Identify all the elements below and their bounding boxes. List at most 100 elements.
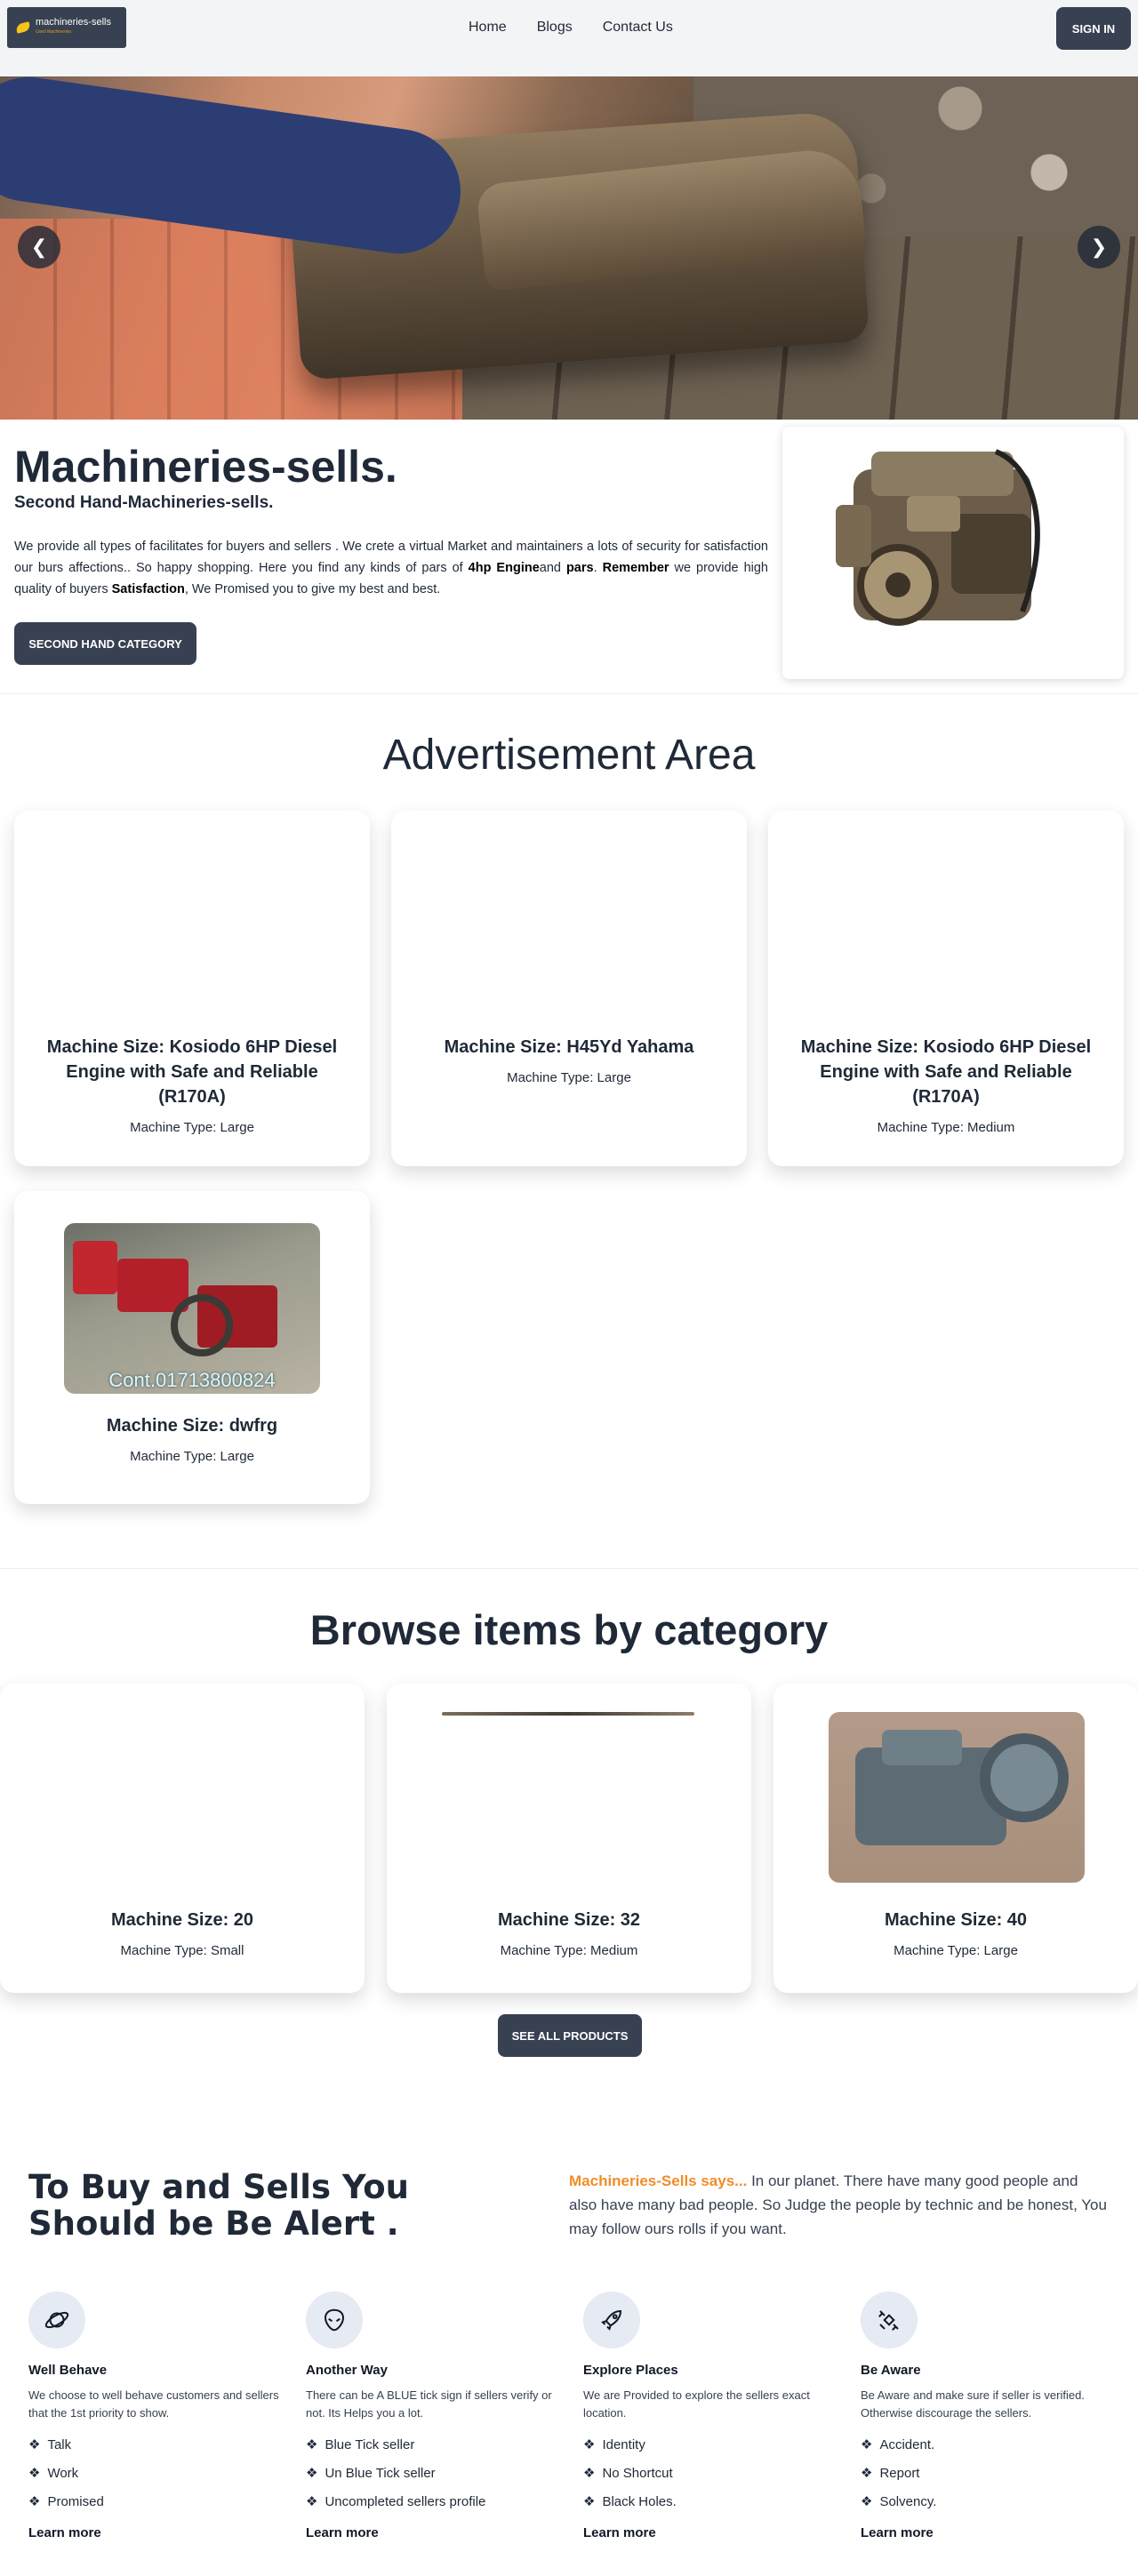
feature-title: Another Way xyxy=(306,2363,388,2378)
photo-caption: Cont.01713800824 xyxy=(108,1369,276,1391)
list-item: ❖ Un Blue Tick seller xyxy=(306,2466,436,2481)
feature-another-way: Another Way There can be A BLUE tick sig… xyxy=(306,2292,564,2540)
second-hand-category-button[interactable]: SECOND HAND CATEGORY xyxy=(14,622,196,665)
list-item: ❖ Talk xyxy=(28,2437,72,2452)
machine-type: Machine Type: Medium xyxy=(500,1943,638,1958)
category-card[interactable]: Machine Size: 40 Machine Type: Large xyxy=(773,1684,1138,1993)
learn-more-link[interactable]: Learn more xyxy=(28,2525,286,2540)
machine-photo: Cont.01713800824 xyxy=(64,1223,320,1394)
satellite-icon xyxy=(861,2292,918,2348)
feature-description: There can be A BLUE tick sign if sellers… xyxy=(306,2388,552,2420)
nav-link-home[interactable]: Home xyxy=(469,20,507,36)
brand-says: Machineries-Sells says... xyxy=(569,2172,748,2189)
navbar: machineries-sells Used Machineries Home … xyxy=(0,0,1138,76)
bullet-icon: ❖ xyxy=(306,2494,318,2509)
list-item: ❖ Solvency. xyxy=(861,2494,937,2509)
bullet-icon: ❖ xyxy=(28,2494,41,2509)
list-item: ❖ Identity xyxy=(583,2437,645,2452)
machine-photo xyxy=(829,1712,1085,1883)
learn-more-link[interactable]: Learn more xyxy=(583,2525,841,2540)
advert-card[interactable]: Cont.01713800824 Machine Size: dwfrg Mac… xyxy=(14,1191,370,1504)
bullet-icon: ❖ xyxy=(306,2437,318,2452)
feature-explore-places: Explore Places We are Provided to explor… xyxy=(583,2292,841,2540)
intro-engine-card xyxy=(782,427,1124,679)
nav-link-contact[interactable]: Contact Us xyxy=(603,20,673,36)
carousel-prev-button[interactable]: ❮ xyxy=(18,226,60,268)
sign-in-button[interactable]: SIGN IN xyxy=(1056,7,1131,50)
machine-type: Machine Type: Large xyxy=(130,1120,254,1135)
advert-card[interactable]: Machine Size: Kosiodo 6HP Diesel Engine … xyxy=(768,811,1124,1166)
bullet-icon: ❖ xyxy=(583,2494,596,2509)
planet-icon xyxy=(28,2292,85,2348)
bullet-icon: ❖ xyxy=(861,2466,873,2481)
list-item: ❖ Report xyxy=(861,2466,920,2481)
browse-category-title: Browse items by category xyxy=(309,1606,829,1653)
logo-subtext: Used Machineries xyxy=(36,29,72,35)
machine-size: Machine Size: dwfrg xyxy=(106,1416,278,1436)
divider xyxy=(0,1568,1138,1569)
machine-size: Machine Size: 40 xyxy=(884,1910,1028,1930)
machine-photo xyxy=(442,1712,694,1716)
see-all-products-button[interactable]: SEE ALL PRODUCTS xyxy=(498,2014,642,2057)
divider xyxy=(0,693,1138,694)
list-item: ❖ Work xyxy=(28,2466,79,2481)
bullet-icon: ❖ xyxy=(583,2466,596,2481)
alien-icon xyxy=(306,2292,363,2348)
list-item: ❖ No Shortcut xyxy=(583,2466,673,2481)
hero-carousel: ❮ ❯ xyxy=(0,76,1138,420)
bullet-icon: ❖ xyxy=(861,2437,873,2452)
alert-paragraph: Machineries-Sells says... In our planet.… xyxy=(569,2172,1107,2237)
bullet-icon: ❖ xyxy=(28,2466,41,2481)
advertisement-title: Advertisement Area xyxy=(382,732,756,779)
machine-type: Machine Type: Large xyxy=(507,1070,631,1085)
nav-links: Home Blogs Contact Us xyxy=(469,20,703,36)
bullet-icon: ❖ xyxy=(861,2494,873,2509)
carousel-next-button[interactable]: ❯ xyxy=(1078,226,1120,268)
machine-size: Machine Size: Kosiodo 6HP Diesel Engine … xyxy=(46,1037,338,1107)
machine-size: Machine Size: H45Yd Yahama xyxy=(444,1037,694,1057)
site-logo[interactable]: machineries-sells Used Machineries xyxy=(7,7,126,48)
bullet-icon: ❖ xyxy=(583,2437,596,2452)
feature-title: Explore Places xyxy=(583,2363,678,2378)
category-card[interactable]: Machine Size: 20 Machine Type: Small xyxy=(0,1684,365,1993)
feature-be-aware: Be Aware Be Aware and make sure if selle… xyxy=(861,2292,1118,2540)
list-item: ❖ Accident. xyxy=(861,2437,935,2452)
list-item: ❖ Black Holes. xyxy=(583,2494,677,2509)
feature-list: ❖ Talk ❖ Work ❖ Promised xyxy=(28,2431,286,2516)
feature-description: We choose to well behave customers and s… xyxy=(28,2388,279,2420)
bullet-icon: ❖ xyxy=(28,2437,41,2452)
machine-type: Machine Type: Large xyxy=(894,1943,1018,1958)
category-card[interactable]: Machine Size: 32 Machine Type: Medium xyxy=(387,1684,751,1993)
intro-title: Machineries-sells. xyxy=(14,442,397,492)
learn-more-link[interactable]: Learn more xyxy=(861,2525,1118,2540)
machine-type: Machine Type: Medium xyxy=(877,1120,1015,1135)
list-item: ❖ Uncompleted sellers profile xyxy=(306,2494,486,2509)
intro-paragraph: We provide all types of facilitates for … xyxy=(14,540,768,596)
machine-type: Machine Type: Large xyxy=(130,1449,254,1464)
logo-text: machineries-sells xyxy=(36,17,111,28)
alert-title: To Buy and Sells You Should be Be Alert … xyxy=(28,2168,410,2243)
machine-size: Machine Size: 20 xyxy=(110,1910,254,1930)
feature-list: ❖ Blue Tick seller ❖ Un Blue Tick seller ❖… xyxy=(306,2431,564,2516)
feature-list: ❖ Accident. ❖ Report ❖ Solvency. xyxy=(861,2431,1118,2516)
rocket-icon xyxy=(583,2292,640,2348)
advert-card[interactable]: Machine Size: Kosiodo 6HP Diesel Engine … xyxy=(14,811,370,1166)
feature-well-behave: Well Behave We choose to well behave cus… xyxy=(28,2292,286,2540)
list-item: ❖ Blue Tick seller xyxy=(306,2437,415,2452)
learn-more-link[interactable]: Learn more xyxy=(306,2525,564,2540)
machine-type: Machine Type: Small xyxy=(120,1943,244,1958)
machine-size: Machine Size: 32 xyxy=(497,1910,641,1930)
machine-size: Machine Size: Kosiodo 6HP Diesel Engine … xyxy=(800,1037,1092,1107)
list-item: ❖ Promised xyxy=(28,2494,104,2509)
feature-title: Well Behave xyxy=(28,2363,108,2378)
intro-subtitle: Second Hand-Machineries-sells. xyxy=(14,493,274,512)
feature-list: ❖ Identity ❖ No Shortcut ❖ Black Holes. xyxy=(583,2431,841,2516)
feature-title: Be Aware xyxy=(861,2363,921,2378)
feature-description: We are Provided to explore the sellers e… xyxy=(583,2388,810,2420)
feature-description: Be Aware and make sure if seller is veri… xyxy=(861,2388,1085,2420)
bullet-icon: ❖ xyxy=(306,2466,318,2481)
engine-image xyxy=(836,449,1040,626)
logo-mark-icon xyxy=(14,21,32,34)
nav-link-blogs[interactable]: Blogs xyxy=(537,20,573,36)
advert-card[interactable]: Machine Size: H45Yd Yahama Machine Type:… xyxy=(391,811,747,1166)
